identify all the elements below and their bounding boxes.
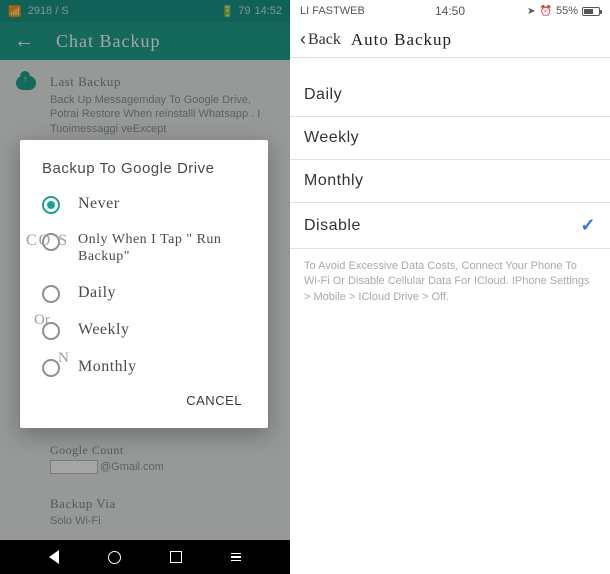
radio-option-never[interactable]: Never [42,195,246,214]
cancel-button[interactable]: CANCEL [182,387,246,414]
status-time: 14:50 [435,4,465,18]
back-label: Back [308,31,341,49]
option-label: Monthly [304,172,364,190]
dialog-title: Backup To Google Drive [42,160,246,177]
radio-option-daily[interactable]: Daily [42,284,246,303]
option-label: Weekly [304,129,359,147]
radio-option-weekly[interactable]: Weekly [42,321,246,340]
location-icon: ➤ [527,6,535,17]
checkmark-icon: ✓ [580,215,596,236]
nav-home-icon[interactable] [108,551,121,564]
option-daily[interactable]: Daily [290,68,610,117]
radio-option-only-tap[interactable]: Only When I Tap " Run Backup" [42,232,246,266]
radio-label: Only When I Tap " Run Backup" [78,232,246,266]
battery-icon [582,7,600,16]
nav-header: ‹ Back Auto Backup [290,22,610,58]
nav-back-icon[interactable] [49,550,59,564]
battery-pct: 55% [556,5,578,17]
page-title: Auto Backup [351,30,452,50]
radio-label: Weekly [78,321,129,339]
ghost-text: N [58,350,69,367]
radio-option-monthly[interactable]: Monthly [42,358,246,377]
radio-icon [42,285,60,303]
option-weekly[interactable]: Weekly [290,117,610,160]
android-nav-bar [0,540,290,574]
radio-label: Monthly [78,358,137,376]
ghost-text: Or [34,312,50,329]
android-screen: 📶 2918 / S 🔋 79 14:52 ← Chat Backup Last… [0,0,290,574]
ghost-text: CO S [26,232,69,250]
radio-label: Never [78,195,120,213]
chevron-left-icon: ‹ [300,29,306,50]
option-label: Disable [304,217,361,235]
ios-screen: LI FASTWEB 14:50 ➤ ⏰ 55% ‹ Back Auto Bac… [290,0,610,574]
option-disable[interactable]: Disable ✓ [290,203,610,249]
back-button[interactable]: ‹ Back [300,29,341,50]
status-bar: LI FASTWEB 14:50 ➤ ⏰ 55% [290,0,610,22]
footer-hint: To Avoid Excessive Data Costs, Connect Y… [290,249,610,315]
backup-frequency-dialog: Backup To Google Drive Never Only When I… [20,140,268,428]
carrier-text: LI FASTWEB [300,5,365,17]
nav-menu-icon[interactable] [231,553,241,562]
radio-icon [42,196,60,214]
option-label: Daily [304,86,342,104]
option-monthly[interactable]: Monthly [290,160,610,203]
nav-recent-icon[interactable] [170,551,182,563]
frequency-list: Daily Weekly Monthly Disable ✓ [290,58,610,249]
radio-label: Daily [78,284,116,302]
alarm-icon: ⏰ [540,6,552,17]
